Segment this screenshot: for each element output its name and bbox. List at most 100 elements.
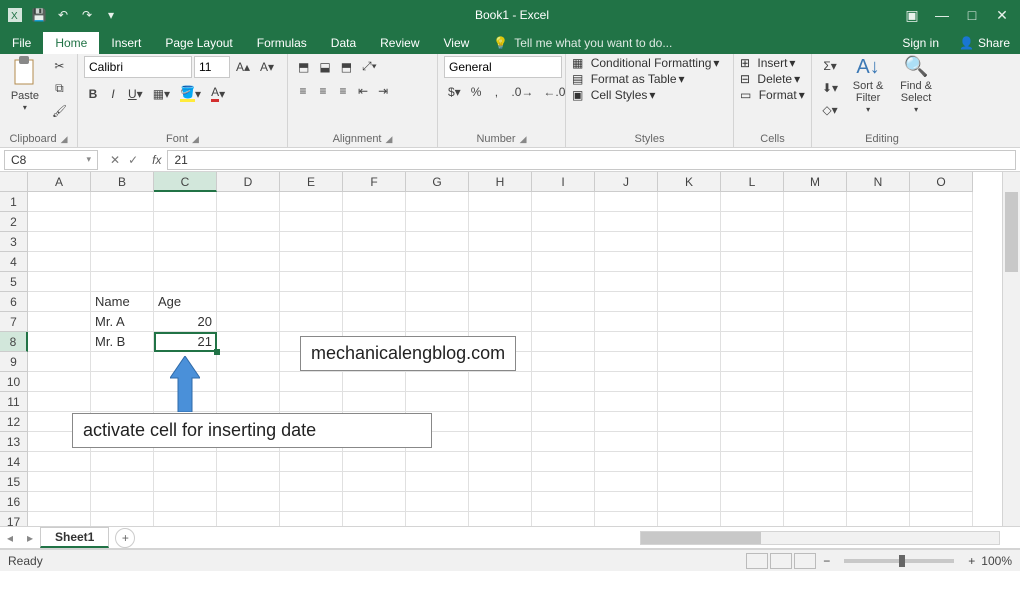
column-header[interactable]: F bbox=[343, 172, 406, 192]
horizontal-scrollbar[interactable] bbox=[135, 531, 1020, 545]
cell[interactable] bbox=[532, 372, 595, 392]
cell[interactable] bbox=[847, 312, 910, 332]
cell[interactable] bbox=[658, 232, 721, 252]
cell[interactable] bbox=[343, 312, 406, 332]
cell[interactable] bbox=[28, 352, 91, 372]
undo-icon[interactable]: ↶ bbox=[54, 6, 72, 24]
align-middle-icon[interactable]: ⬓ bbox=[315, 57, 334, 77]
cell[interactable] bbox=[784, 232, 847, 252]
cell[interactable] bbox=[280, 312, 343, 332]
cell[interactable] bbox=[532, 492, 595, 512]
font-name-combo[interactable] bbox=[84, 56, 192, 78]
cell[interactable] bbox=[910, 432, 973, 452]
cell[interactable] bbox=[721, 372, 784, 392]
column-header[interactable]: C bbox=[154, 172, 217, 192]
cell[interactable] bbox=[532, 292, 595, 312]
cell[interactable] bbox=[469, 192, 532, 212]
cell[interactable] bbox=[721, 332, 784, 352]
cell[interactable] bbox=[847, 372, 910, 392]
share-button[interactable]: 👤 Share bbox=[949, 32, 1020, 54]
cell[interactable] bbox=[784, 372, 847, 392]
borders-button[interactable]: ▦▾ bbox=[149, 84, 174, 104]
cell[interactable] bbox=[910, 492, 973, 512]
cell[interactable] bbox=[910, 392, 973, 412]
cell[interactable] bbox=[91, 472, 154, 492]
format-painter-button[interactable]: 🖌 bbox=[48, 101, 71, 121]
cell[interactable] bbox=[469, 512, 532, 527]
cell[interactable] bbox=[28, 312, 91, 332]
cell[interactable] bbox=[469, 492, 532, 512]
cell[interactable] bbox=[595, 232, 658, 252]
row-header[interactable]: 7 bbox=[0, 312, 28, 332]
cell[interactable] bbox=[343, 212, 406, 232]
cell[interactable] bbox=[406, 372, 469, 392]
cell[interactable] bbox=[469, 212, 532, 232]
align-right-icon[interactable]: ≡ bbox=[334, 81, 352, 101]
name-box[interactable]: C8 ▾ bbox=[4, 150, 98, 170]
cell[interactable] bbox=[91, 212, 154, 232]
cell[interactable] bbox=[721, 212, 784, 232]
cell[interactable] bbox=[217, 472, 280, 492]
column-header[interactable]: J bbox=[595, 172, 658, 192]
cell[interactable] bbox=[847, 512, 910, 527]
cell[interactable] bbox=[406, 252, 469, 272]
cell[interactable] bbox=[784, 292, 847, 312]
conditional-formatting-button[interactable]: ▦ Conditional Formatting▾ bbox=[572, 56, 719, 70]
cell[interactable] bbox=[532, 452, 595, 472]
row-header[interactable]: 14 bbox=[0, 452, 28, 472]
insert-cells-button[interactable]: ⊞ Insert▾ bbox=[740, 56, 795, 70]
align-center-icon[interactable]: ≡ bbox=[314, 81, 332, 101]
cell[interactable] bbox=[406, 312, 469, 332]
cell[interactable] bbox=[280, 472, 343, 492]
cell[interactable] bbox=[595, 272, 658, 292]
cell[interactable] bbox=[28, 232, 91, 252]
cell[interactable] bbox=[154, 452, 217, 472]
cell[interactable] bbox=[91, 512, 154, 527]
cell[interactable] bbox=[847, 492, 910, 512]
cell[interactable] bbox=[595, 212, 658, 232]
cell[interactable] bbox=[406, 492, 469, 512]
cell[interactable] bbox=[154, 472, 217, 492]
ribbon-options-icon[interactable]: ▣ bbox=[898, 1, 926, 29]
cut-button[interactable]: ✂ bbox=[48, 56, 71, 76]
row-header[interactable]: 16 bbox=[0, 492, 28, 512]
cell[interactable] bbox=[406, 292, 469, 312]
cell[interactable] bbox=[721, 452, 784, 472]
fill-handle[interactable] bbox=[214, 349, 220, 355]
close-icon[interactable]: ✕ bbox=[988, 1, 1016, 29]
cell[interactable] bbox=[280, 392, 343, 412]
cell[interactable] bbox=[721, 192, 784, 212]
row-header[interactable]: 12 bbox=[0, 412, 28, 432]
find-select-button[interactable]: 🔍 Find & Select▾ bbox=[894, 56, 938, 115]
cell[interactable] bbox=[406, 512, 469, 527]
cell[interactable] bbox=[469, 252, 532, 272]
cell[interactable] bbox=[28, 192, 91, 212]
cell[interactable] bbox=[343, 472, 406, 492]
cell[interactable] bbox=[721, 492, 784, 512]
italic-button[interactable]: I bbox=[104, 84, 122, 104]
cell[interactable]: Age bbox=[154, 292, 217, 312]
fill-button[interactable]: ⬇▾ bbox=[818, 78, 842, 98]
cell[interactable] bbox=[406, 212, 469, 232]
cell[interactable] bbox=[343, 392, 406, 412]
cell[interactable] bbox=[721, 512, 784, 527]
cell[interactable] bbox=[658, 312, 721, 332]
cell[interactable] bbox=[595, 432, 658, 452]
cell[interactable]: Mr. A bbox=[91, 312, 154, 332]
cell[interactable] bbox=[721, 272, 784, 292]
cell[interactable] bbox=[217, 252, 280, 272]
cell[interactable] bbox=[847, 232, 910, 252]
cell[interactable] bbox=[910, 452, 973, 472]
cell[interactable] bbox=[784, 192, 847, 212]
cell[interactable] bbox=[910, 212, 973, 232]
cell[interactable] bbox=[217, 272, 280, 292]
copy-button[interactable]: ⧉ bbox=[48, 78, 71, 99]
cell[interactable] bbox=[91, 232, 154, 252]
cell[interactable] bbox=[343, 292, 406, 312]
cell[interactable] bbox=[28, 332, 91, 352]
fill-color-button[interactable]: 🪣▾ bbox=[176, 82, 205, 105]
cell[interactable] bbox=[280, 512, 343, 527]
autosum-button[interactable]: Σ▾ bbox=[818, 56, 842, 76]
align-bottom-icon[interactable]: ⬒ bbox=[337, 57, 356, 77]
cell[interactable] bbox=[532, 472, 595, 492]
